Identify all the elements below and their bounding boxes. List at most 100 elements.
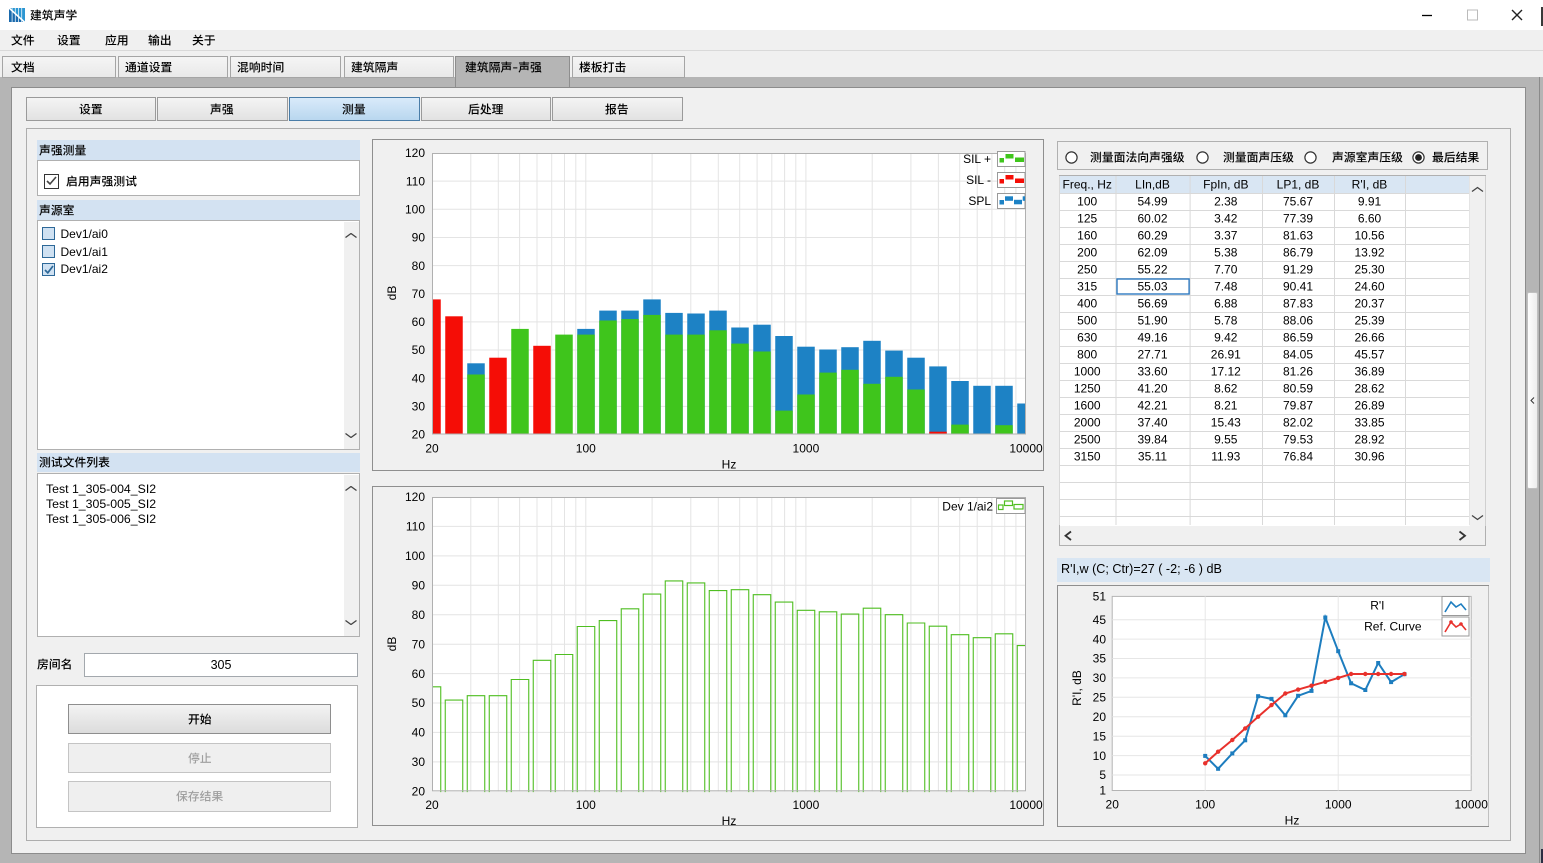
- svg-text:Dev 1/ai2: Dev 1/ai2: [942, 500, 993, 514]
- svg-text:2000: 2000: [1074, 415, 1101, 429]
- svg-text:77.39: 77.39: [1283, 211, 1313, 225]
- svg-text:110: 110: [406, 174, 425, 188]
- svg-text:10.56: 10.56: [1354, 228, 1384, 242]
- svg-text:60.02: 60.02: [1137, 211, 1167, 225]
- svg-text:10: 10: [1092, 749, 1106, 763]
- svg-text:20: 20: [412, 428, 426, 442]
- svg-text:20: 20: [425, 798, 439, 812]
- svg-text:86.79: 86.79: [1283, 245, 1313, 259]
- svg-text:10000: 10000: [1454, 798, 1488, 812]
- svg-text:dB: dB: [385, 637, 399, 652]
- svg-text:82.02: 82.02: [1283, 415, 1313, 429]
- svg-text:81.26: 81.26: [1283, 364, 1313, 378]
- svg-text:33.60: 33.60: [1137, 364, 1167, 378]
- svg-text:30.96: 30.96: [1354, 449, 1384, 463]
- svg-text:55.03: 55.03: [1137, 279, 1167, 293]
- svg-text:40: 40: [1092, 632, 1106, 646]
- svg-text:Hz: Hz: [722, 458, 737, 472]
- svg-text:LIn,dB: LIn,dB: [1135, 177, 1170, 191]
- svg-text:11.93: 11.93: [1211, 449, 1240, 463]
- svg-text:125: 125: [1077, 211, 1097, 225]
- svg-text:7.70: 7.70: [1214, 262, 1238, 276]
- svg-text:9.55: 9.55: [1214, 432, 1238, 446]
- svg-text:1000: 1000: [793, 798, 820, 812]
- svg-text:70: 70: [412, 287, 426, 301]
- svg-text:3.42: 3.42: [1214, 211, 1238, 225]
- svg-text:Ref. Curve: Ref. Curve: [1364, 620, 1422, 634]
- svg-text:24.60: 24.60: [1354, 279, 1384, 293]
- svg-text:dB: dB: [385, 286, 399, 301]
- svg-text:40: 40: [412, 371, 426, 385]
- svg-text:1600: 1600: [1074, 398, 1101, 412]
- svg-text:37.40: 37.40: [1137, 415, 1167, 429]
- svg-text:30: 30: [412, 400, 426, 414]
- svg-text:35: 35: [1092, 652, 1106, 666]
- svg-text:28.92: 28.92: [1354, 432, 1384, 446]
- svg-text:26.91: 26.91: [1211, 347, 1241, 361]
- svg-text:51.90: 51.90: [1137, 313, 1167, 327]
- svg-text:81.63: 81.63: [1283, 228, 1313, 242]
- svg-text:84.05: 84.05: [1283, 347, 1313, 361]
- svg-text:13.92: 13.92: [1354, 245, 1384, 259]
- svg-text:R'I, dB: R'I, dB: [1352, 177, 1388, 191]
- svg-text:400: 400: [1077, 296, 1097, 310]
- svg-text:86.59: 86.59: [1283, 330, 1313, 344]
- svg-text:2500: 2500: [1074, 432, 1101, 446]
- svg-text:SPL: SPL: [968, 194, 991, 208]
- svg-text:45.57: 45.57: [1354, 347, 1384, 361]
- svg-text:2.38: 2.38: [1214, 194, 1238, 208]
- svg-text:100: 100: [1077, 194, 1097, 208]
- svg-text:28.62: 28.62: [1354, 381, 1384, 395]
- svg-text:60: 60: [412, 667, 426, 681]
- svg-text:R'I, dB: R'I, dB: [1070, 670, 1084, 706]
- svg-text:3150: 3150: [1074, 449, 1101, 463]
- svg-text:75.67: 75.67: [1283, 194, 1313, 208]
- svg-text:6.88: 6.88: [1214, 296, 1238, 310]
- svg-text:160: 160: [1077, 228, 1097, 242]
- svg-text:6.60: 6.60: [1358, 211, 1382, 225]
- svg-text:35.11: 35.11: [1138, 449, 1167, 463]
- svg-text:90: 90: [412, 231, 426, 245]
- svg-text:7.48: 7.48: [1214, 279, 1238, 293]
- svg-text:9.91: 9.91: [1358, 194, 1382, 208]
- svg-text:20: 20: [412, 785, 426, 799]
- svg-text:30: 30: [1092, 671, 1106, 685]
- svg-text:120: 120: [405, 490, 425, 504]
- svg-text:315: 315: [1077, 279, 1097, 293]
- svg-text:54.99: 54.99: [1137, 194, 1167, 208]
- svg-text:50: 50: [412, 696, 426, 710]
- svg-text:80.59: 80.59: [1283, 381, 1313, 395]
- svg-text:50: 50: [412, 343, 426, 357]
- svg-text:25.30: 25.30: [1354, 262, 1384, 276]
- svg-text:25: 25: [1092, 691, 1106, 705]
- svg-text:10000: 10000: [1009, 442, 1043, 456]
- svg-text:26.66: 26.66: [1354, 330, 1384, 344]
- svg-text:91.29: 91.29: [1283, 262, 1313, 276]
- svg-text:27.71: 27.71: [1137, 347, 1167, 361]
- svg-text:41.20: 41.20: [1137, 381, 1167, 395]
- svg-text:3.37: 3.37: [1214, 228, 1238, 242]
- svg-text:15.43: 15.43: [1211, 415, 1241, 429]
- svg-text:1250: 1250: [1074, 381, 1101, 395]
- svg-text:1000: 1000: [793, 442, 820, 456]
- svg-text:8.62: 8.62: [1214, 381, 1238, 395]
- svg-text:51: 51: [1092, 590, 1106, 604]
- svg-text:76.84: 76.84: [1283, 449, 1313, 463]
- svg-text:Freq., Hz: Freq., Hz: [1063, 177, 1112, 191]
- svg-text:20: 20: [425, 442, 439, 456]
- svg-text:100: 100: [1195, 798, 1215, 812]
- svg-text:10000: 10000: [1009, 798, 1043, 812]
- svg-text:55.22: 55.22: [1137, 262, 1167, 276]
- svg-text:30: 30: [412, 755, 426, 769]
- svg-text:100: 100: [576, 442, 596, 456]
- svg-text:17.12: 17.12: [1211, 364, 1241, 378]
- svg-text:45: 45: [1092, 613, 1106, 627]
- svg-text:60.29: 60.29: [1137, 228, 1167, 242]
- svg-text:SIL -: SIL -: [966, 173, 991, 187]
- svg-text:800: 800: [1077, 347, 1097, 361]
- svg-text:40: 40: [412, 726, 426, 740]
- svg-text:100: 100: [405, 549, 425, 563]
- svg-text:33.85: 33.85: [1354, 415, 1384, 429]
- svg-text:42.21: 42.21: [1137, 398, 1167, 412]
- svg-text:200: 200: [1077, 245, 1097, 259]
